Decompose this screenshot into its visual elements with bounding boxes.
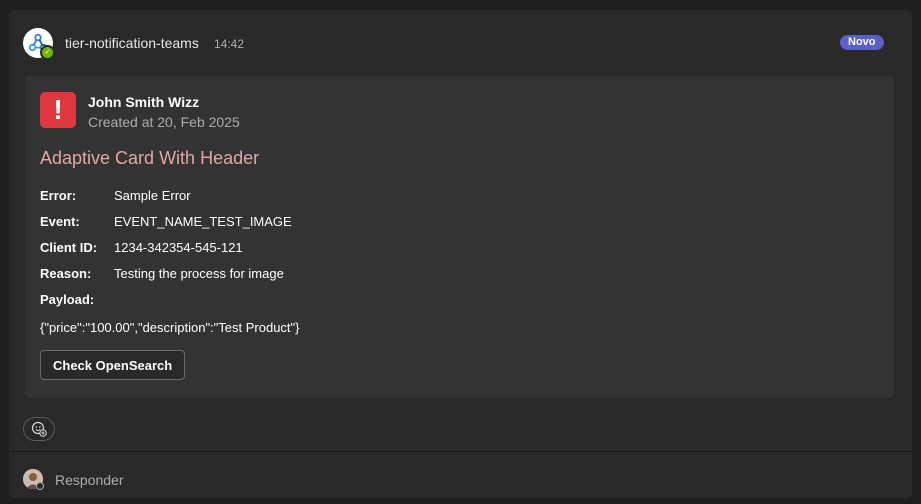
sender-name[interactable]: tier-notification-teams bbox=[65, 35, 199, 51]
fact-row-event: Event: EVENT_NAME_TEST_IMAGE bbox=[40, 208, 292, 234]
fact-value: EVENT_NAME_TEST_IMAGE bbox=[114, 213, 292, 229]
card-author: John Smith Wizz bbox=[88, 94, 200, 110]
message-timestamp: 14:42 bbox=[214, 37, 245, 51]
add-reaction-button[interactable] bbox=[23, 417, 55, 441]
fact-row-reason: Reason: Testing the process for image bbox=[40, 260, 292, 286]
card-title: Adaptive Card With Header bbox=[40, 148, 260, 168]
fact-set: Error: Sample Error Event: EVENT_NAME_TE… bbox=[40, 182, 292, 286]
new-badge: Novo bbox=[840, 35, 884, 50]
fact-key: Event: bbox=[40, 213, 80, 229]
fact-value: Sample Error bbox=[114, 187, 191, 203]
presence-available-icon: ✓ bbox=[40, 45, 55, 60]
fact-value: 1234-342354-545-121 bbox=[114, 239, 243, 255]
adaptive-card: ! John Smith Wizz Created at 20, Feb 202… bbox=[25, 76, 894, 398]
payload-label: Payload: bbox=[40, 292, 95, 307]
payload-value: {"price":"100.00","description":"Test Pr… bbox=[40, 320, 300, 335]
bot-avatar[interactable]: ✓ bbox=[23, 28, 55, 60]
message-header: ✓ tier-notification-teams 14:42 Novo bbox=[9, 10, 912, 74]
exclamation-icon: ! bbox=[40, 92, 76, 128]
reply-button[interactable]: Responder bbox=[55, 472, 124, 488]
fact-value: Testing the process for image bbox=[114, 265, 284, 281]
add-emoji-icon bbox=[31, 421, 47, 437]
fact-key: Error: bbox=[40, 187, 77, 203]
check-opensearch-button[interactable]: Check OpenSearch bbox=[40, 350, 186, 380]
fact-row-error: Error: Sample Error bbox=[40, 182, 292, 208]
message-container: ✓ tier-notification-teams 14:42 Novo ! J… bbox=[9, 10, 912, 498]
user-presence-icon bbox=[36, 482, 44, 490]
fact-key: Client ID: bbox=[40, 239, 98, 255]
fact-row-client-id: Client ID: 1234-342354-545-121 bbox=[40, 234, 292, 260]
reply-divider bbox=[9, 451, 912, 452]
fact-key: Reason: bbox=[40, 265, 92, 281]
card-created-date: Created at 20, Feb 2025 bbox=[88, 114, 240, 130]
